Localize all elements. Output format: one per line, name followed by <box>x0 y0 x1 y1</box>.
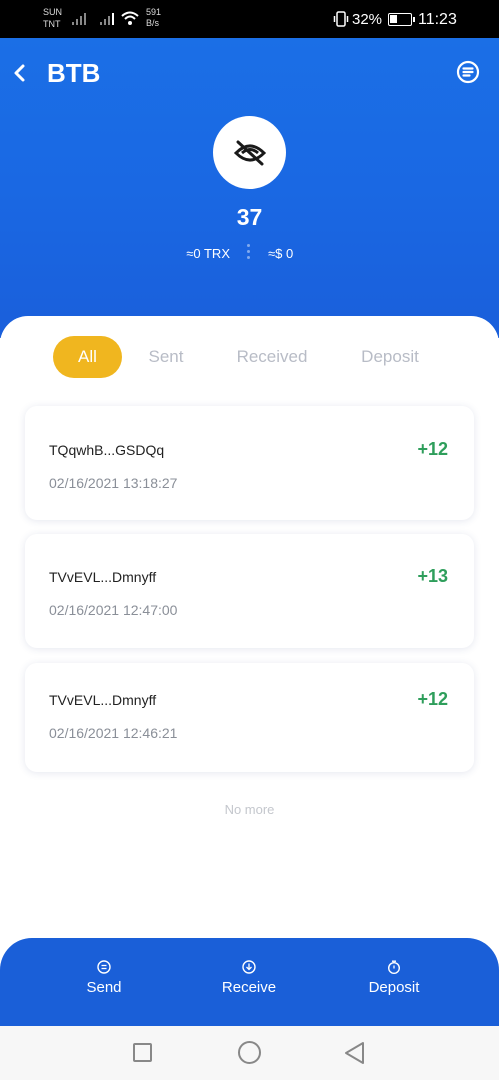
recent-apps-icon[interactable] <box>133 1043 152 1062</box>
transaction-address: TVvEVL...Dmnyff <box>49 569 157 585</box>
separator <box>247 244 250 264</box>
transaction-address: TQqwhB...GSDQq <box>49 442 165 458</box>
back-icon[interactable] <box>10 62 30 84</box>
deposit-button[interactable]: Deposit <box>344 960 444 997</box>
trx-value: ≈0 TRX <box>186 246 230 261</box>
menu-icon[interactable] <box>456 60 480 84</box>
transaction-card[interactable]: TVvEVL...Dmnyff 02/16/2021 12:47:00 +13 <box>25 534 474 648</box>
deposit-label: Deposit <box>368 979 420 996</box>
page-title: BTB <box>47 58 101 88</box>
receive-icon <box>242 960 256 974</box>
filter-tabs: All Sent Received Deposit <box>0 336 499 378</box>
status-bar: SUN TNT 591 B/s 32% 11:23 <box>0 0 499 38</box>
signal-icon <box>100 13 114 25</box>
system-nav-bar <box>0 1026 499 1080</box>
transaction-datetime: 02/16/2021 12:46:21 <box>49 725 178 741</box>
carrier-label: SUN TNT <box>43 7 63 29</box>
list-end-label: No more <box>224 802 275 817</box>
transaction-address: TVvEVL...Dmnyff <box>49 692 157 708</box>
transaction-card[interactable]: TQqwhB...GSDQq 02/16/2021 13:18:27 +12 <box>25 406 474 520</box>
vibrate-icon <box>333 11 349 27</box>
home-icon[interactable] <box>238 1041 261 1064</box>
transaction-amount: +13 <box>417 566 448 586</box>
action-bar: Send Receive Deposit <box>0 938 499 1026</box>
send-icon <box>97 960 111 974</box>
nav-back-icon[interactable] <box>343 1041 367 1065</box>
transactions-sheet: All Sent Received Deposit TQqwhB...GSDQq… <box>0 316 499 938</box>
receive-label: Receive <box>221 979 277 996</box>
token-header: BTB 37 ≈0 TRX ≈$ 0 <box>0 38 499 338</box>
token-logo <box>213 116 286 189</box>
token-balance: 37 <box>236 204 263 230</box>
net-speed: 591 B/s <box>146 7 162 28</box>
transaction-amount: +12 <box>417 439 448 459</box>
transaction-datetime: 02/16/2021 13:18:27 <box>49 475 178 491</box>
tab-all[interactable]: All <box>53 336 122 378</box>
transaction-card[interactable]: TVvEVL...Dmnyff 02/16/2021 12:46:21 +12 <box>25 663 474 772</box>
deposit-icon <box>388 960 400 974</box>
transaction-amount: +12 <box>417 689 448 709</box>
send-label: Send <box>86 979 122 996</box>
usd-value: ≈$ 0 <box>268 246 294 261</box>
clock: 11:23 <box>418 11 457 28</box>
send-button[interactable]: Send <box>54 960 154 997</box>
signal-icon <box>72 13 86 25</box>
receive-button[interactable]: Receive <box>199 960 299 997</box>
tab-sent[interactable]: Sent <box>138 336 194 378</box>
transaction-datetime: 02/16/2021 12:47:00 <box>49 602 178 618</box>
battery-percent: 32% <box>352 11 383 28</box>
battery-icon <box>388 13 415 26</box>
tab-deposit[interactable]: Deposit <box>350 336 430 378</box>
hidden-eye-slash-icon <box>233 140 266 165</box>
wifi-icon <box>121 11 139 25</box>
tab-received[interactable]: Received <box>228 336 316 378</box>
